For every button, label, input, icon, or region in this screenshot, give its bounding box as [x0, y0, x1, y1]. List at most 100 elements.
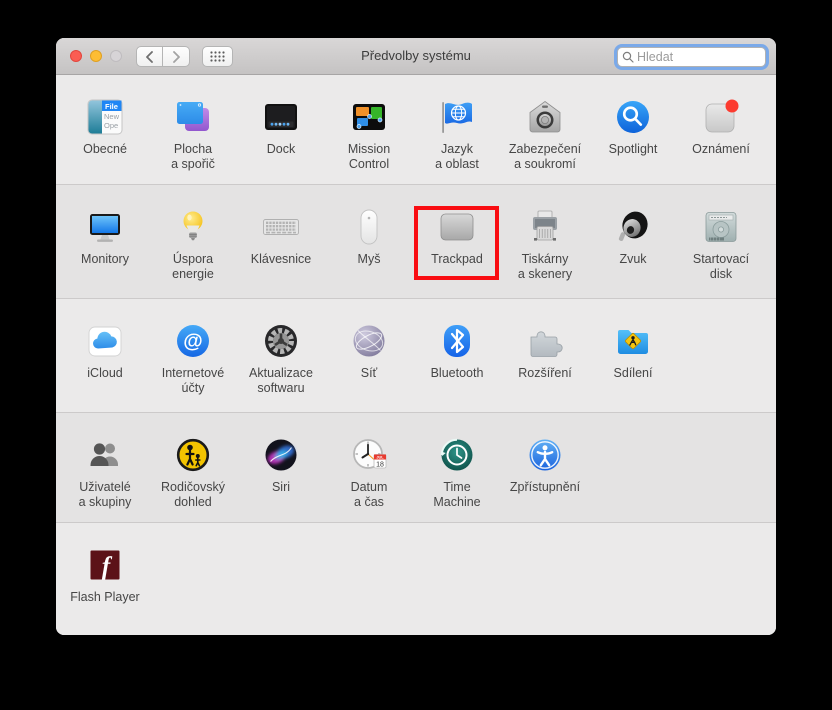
network-icon — [349, 319, 389, 363]
pref-security-privacy[interactable]: Zabezpečení a soukromí — [501, 75, 589, 184]
pref-accessibility[interactable]: Zpřístupnění — [501, 413, 589, 522]
pref-label: iCloud — [87, 366, 123, 380]
svg-text:18: 18 — [376, 461, 384, 468]
pref-startup-disk[interactable]: Startovací disk — [677, 185, 765, 298]
extensions-icon — [525, 319, 565, 363]
pref-siri[interactable]: Siri — [237, 413, 325, 522]
pref-internet-accounts[interactable]: @ Internetové účty — [149, 299, 237, 412]
pref-label: Zvuk — [619, 252, 647, 266]
pref-extensions[interactable]: Rozšíření — [501, 299, 589, 412]
pref-label: Tiskárny a skenery — [517, 252, 573, 281]
pref-sharing[interactable]: Sdílení — [589, 299, 677, 412]
pref-software-update[interactable]: Aktualizace softwaru — [237, 299, 325, 412]
pref-label: Monitory — [81, 252, 129, 266]
svg-text:File: File — [105, 102, 118, 111]
pref-date-time[interactable]: JUL 18 Datum a čas — [325, 413, 413, 522]
search-input[interactable]: Hledat — [617, 47, 766, 67]
system-preferences-window: Předvolby systému Hledat File New Ope Ob… — [56, 38, 776, 635]
pref-users-groups[interactable]: Uživatelé a skupiny — [61, 413, 149, 522]
pref-spotlight[interactable]: Spotlight — [589, 75, 677, 184]
pref-label: Plocha a spořič — [171, 142, 215, 171]
sound-icon — [613, 205, 653, 249]
pref-label: Mission Control — [347, 142, 391, 171]
date-time-icon: JUL 18 — [349, 433, 389, 477]
pref-label: Aktualizace softwaru — [249, 366, 313, 395]
pref-flash-player[interactable]: f Flash Player — [61, 523, 149, 635]
pref-language-region[interactable]: Jazyk a oblast — [413, 75, 501, 184]
pref-label: Zpřístupnění — [509, 480, 581, 494]
pref-label: Síť — [360, 366, 378, 380]
pref-sound[interactable]: Zvuk — [589, 185, 677, 298]
mouse-icon — [349, 205, 389, 249]
pref-network[interactable]: Síť — [325, 299, 413, 412]
pref-label: Zabezpečení a soukromí — [508, 142, 582, 171]
pref-label: Flash Player — [70, 590, 140, 604]
pref-label: Uživatelé a skupiny — [78, 480, 132, 509]
printers-scanners-icon — [525, 205, 565, 249]
time-machine-icon — [437, 433, 477, 477]
svg-text:@: @ — [183, 331, 203, 353]
pref-dock[interactable]: Dock — [237, 75, 325, 184]
pref-label: Datum a čas — [350, 480, 388, 509]
dock-icon — [261, 95, 301, 139]
desktop-screensaver-icon — [173, 95, 213, 139]
pref-trackpad[interactable]: Trackpad — [413, 185, 501, 298]
icloud-icon — [85, 319, 125, 363]
displays-icon — [85, 205, 125, 249]
language-region-icon — [437, 95, 477, 139]
pref-time-machine[interactable]: Time Machine — [413, 413, 501, 522]
pref-displays[interactable]: Monitory — [61, 185, 149, 298]
search-placeholder: Hledat — [637, 50, 674, 64]
pref-mouse[interactable]: Myš — [325, 185, 413, 298]
titlebar: Předvolby systému Hledat — [56, 38, 776, 75]
pref-label: Jazyk a oblast — [435, 142, 479, 171]
pref-label: Startovací disk — [692, 252, 750, 281]
pref-label: Time Machine — [433, 480, 481, 509]
pref-label: Spotlight — [608, 142, 658, 156]
pref-label: Rozšíření — [518, 366, 572, 380]
pref-printers-scanners[interactable]: Tiskárny a skenery — [501, 185, 589, 298]
pref-label: Sdílení — [613, 366, 653, 380]
startup-disk-icon — [701, 205, 741, 249]
security-privacy-icon — [525, 95, 565, 139]
pref-label: Úspora energie — [172, 252, 214, 281]
svg-text:JUL: JUL — [376, 455, 384, 460]
trackpad-highlight-box — [414, 206, 499, 280]
pref-label: Oznámení — [692, 142, 750, 156]
users-groups-icon — [85, 433, 125, 477]
pref-label: Myš — [357, 252, 381, 266]
pref-row-2: Monitory Úspora energie Klávesnice Myš T… — [56, 184, 776, 298]
mission-control-icon — [349, 95, 389, 139]
pref-bluetooth[interactable]: Bluetooth — [413, 299, 501, 412]
pref-desktop-screensaver[interactable]: Plocha a spořič — [149, 75, 237, 184]
pref-row-3: iCloud @ Internetové účty Aktualizace so… — [56, 298, 776, 412]
sharing-icon — [613, 319, 653, 363]
pref-parental-controls[interactable]: Rodičovský dohled — [149, 413, 237, 522]
svg-text:New: New — [104, 112, 120, 121]
pref-keyboard[interactable]: Klávesnice — [237, 185, 325, 298]
svg-text:Ope: Ope — [104, 121, 118, 130]
notifications-icon — [701, 95, 741, 139]
energy-saver-icon — [173, 205, 213, 249]
spotlight-icon — [613, 95, 653, 139]
pref-row-4: Uživatelé a skupiny Rodičovský dohled Si… — [56, 412, 776, 522]
pref-label: Dock — [266, 142, 296, 156]
software-update-icon — [261, 319, 301, 363]
pref-icloud[interactable]: iCloud — [61, 299, 149, 412]
pref-general[interactable]: File New Ope Obecné — [61, 75, 149, 184]
general-icon: File New Ope — [85, 95, 125, 139]
pref-mission-control[interactable]: Mission Control — [325, 75, 413, 184]
pref-label: Bluetooth — [430, 366, 484, 380]
pref-row-1: File New Ope Obecné Plocha a spořič Dock… — [56, 75, 776, 184]
flash-player-icon: f — [85, 543, 125, 587]
siri-icon — [261, 433, 301, 477]
bluetooth-icon — [437, 319, 477, 363]
keyboard-icon — [261, 205, 301, 249]
pref-label: Obecné — [83, 142, 127, 156]
accessibility-icon — [525, 433, 565, 477]
pref-notifications[interactable]: Oznámení — [677, 75, 765, 184]
pref-label: Rodičovský dohled — [161, 480, 225, 509]
pref-label: Internetové účty — [161, 366, 225, 395]
pref-energy-saver[interactable]: Úspora energie — [149, 185, 237, 298]
internet-accounts-icon: @ — [173, 319, 213, 363]
